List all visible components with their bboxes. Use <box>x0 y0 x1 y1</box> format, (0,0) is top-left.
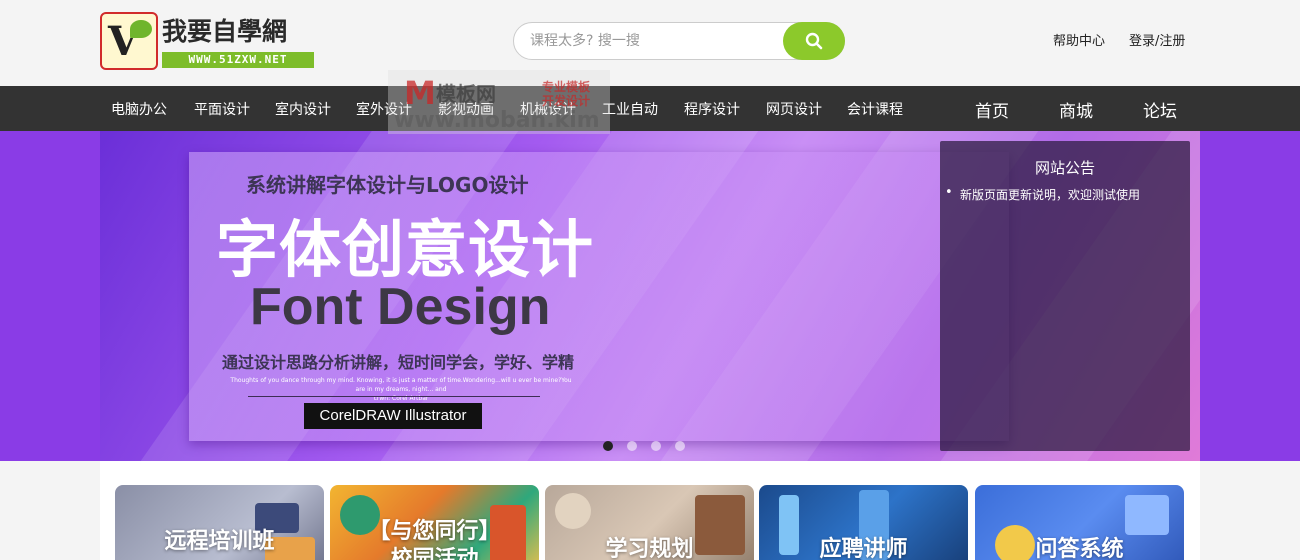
slider-dot[interactable] <box>651 441 661 451</box>
nav-forum-link[interactable]: 论坛 <box>1143 97 1177 122</box>
nav-category-item[interactable]: 室内设计 <box>275 99 331 119</box>
notice-title: 网站公告 <box>1034 159 1095 177</box>
search-input[interactable] <box>530 31 780 51</box>
logo-url: WWW.51ZXW.NET <box>162 52 314 68</box>
notice-panel: 网站公告 新版页面更新说明，欢迎测试使用 <box>940 141 1190 451</box>
banner-card: 系统讲解字体设计与LOGO设计 字体创意设计 Font Design 通过设计思… <box>189 152 1009 441</box>
login-register-link[interactable]: 登录/注册 <box>1129 30 1185 49</box>
site-logo[interactable]: V 我要自學網 WWW.51ZXW.NET <box>100 12 316 70</box>
feature-label: 学习规划 <box>605 537 694 560</box>
search-button[interactable] <box>783 22 845 60</box>
banner-divider <box>248 396 540 397</box>
site-header: V 我要自學網 WWW.51ZXW.NET 帮助中心 登录/注册 <box>0 0 1300 86</box>
help-center-link[interactable]: 帮助中心 <box>1053 30 1105 49</box>
feature-card-qa[interactable]: 问答系统 <box>975 485 1184 560</box>
feature-card-study-plan[interactable]: 学习规划 <box>545 485 754 560</box>
feature-label: 应聘讲师 <box>819 537 908 560</box>
banner-software-tag: CorelDRAW Illustrator <box>304 403 482 429</box>
nav-category-item[interactable]: 网页设计 <box>766 99 822 119</box>
banner-description: 通过设计思路分析讲解，短时间学会，学好、学精 <box>222 353 575 372</box>
watermark-letter: M <box>404 74 436 112</box>
feature-card-training[interactable]: 远程培训班 <box>115 485 324 560</box>
slider-dot[interactable] <box>627 441 637 451</box>
nav-shop-link[interactable]: 商城 <box>1059 97 1093 122</box>
banner-small-text: Thoughts of you dance through my mind. K… <box>226 376 576 403</box>
slider-dot[interactable] <box>675 441 685 451</box>
watermark-tag-2: 开发设计 <box>542 94 591 108</box>
nav-category-item[interactable]: 会计课程 <box>847 99 903 119</box>
banner-english-title: Font Design <box>250 278 551 336</box>
feature-label: 远程培训班 <box>164 529 275 554</box>
feature-card-lecturer[interactable]: 应聘讲师 <box>759 485 968 560</box>
nav-category-item[interactable]: 电脑办公 <box>111 99 167 119</box>
nav-category-item[interactable]: 程序设计 <box>684 99 740 119</box>
notice-item[interactable]: 新版页面更新说明，欢迎测试使用 <box>945 185 1140 203</box>
search-box <box>513 22 845 60</box>
logo-name: 我要自學網 <box>162 17 288 46</box>
feature-section: 远程培训班 【与您同行】 校园活动 学习规划 应聘讲师 问答系统 <box>100 461 1200 560</box>
watermark-name: 模板网 <box>436 82 496 106</box>
slider-dot[interactable] <box>603 441 613 451</box>
nav-home-link[interactable]: 首页 <box>975 97 1009 122</box>
feature-label-line2: 校园活动 <box>390 547 479 560</box>
nav-category-item[interactable]: 工业自动 <box>602 99 658 119</box>
watermark-logo: M 模板网 专业模板 开发设计 www.moban.kim <box>388 70 610 134</box>
logo-badge-icon: V <box>100 12 158 70</box>
main-nav: 电脑办公 平面设计 室内设计 室外设计 影视动画 机械设计 工业自动 程序设计 … <box>0 86 1300 131</box>
banner-subtitle: 系统讲解字体设计与LOGO设计 <box>246 173 529 197</box>
feature-label: 问答系统 <box>1035 537 1124 560</box>
nav-category-item[interactable]: 平面设计 <box>194 99 250 119</box>
search-icon <box>805 32 823 50</box>
banner-small-text-line1: Thoughts of you dance through my mind. K… <box>230 377 572 393</box>
watermark-url: www.moban.kim <box>394 108 600 133</box>
feature-card-campus[interactable]: 【与您同行】 校园活动 <box>330 485 539 560</box>
banner-title: 字体创意设计 <box>216 213 595 286</box>
